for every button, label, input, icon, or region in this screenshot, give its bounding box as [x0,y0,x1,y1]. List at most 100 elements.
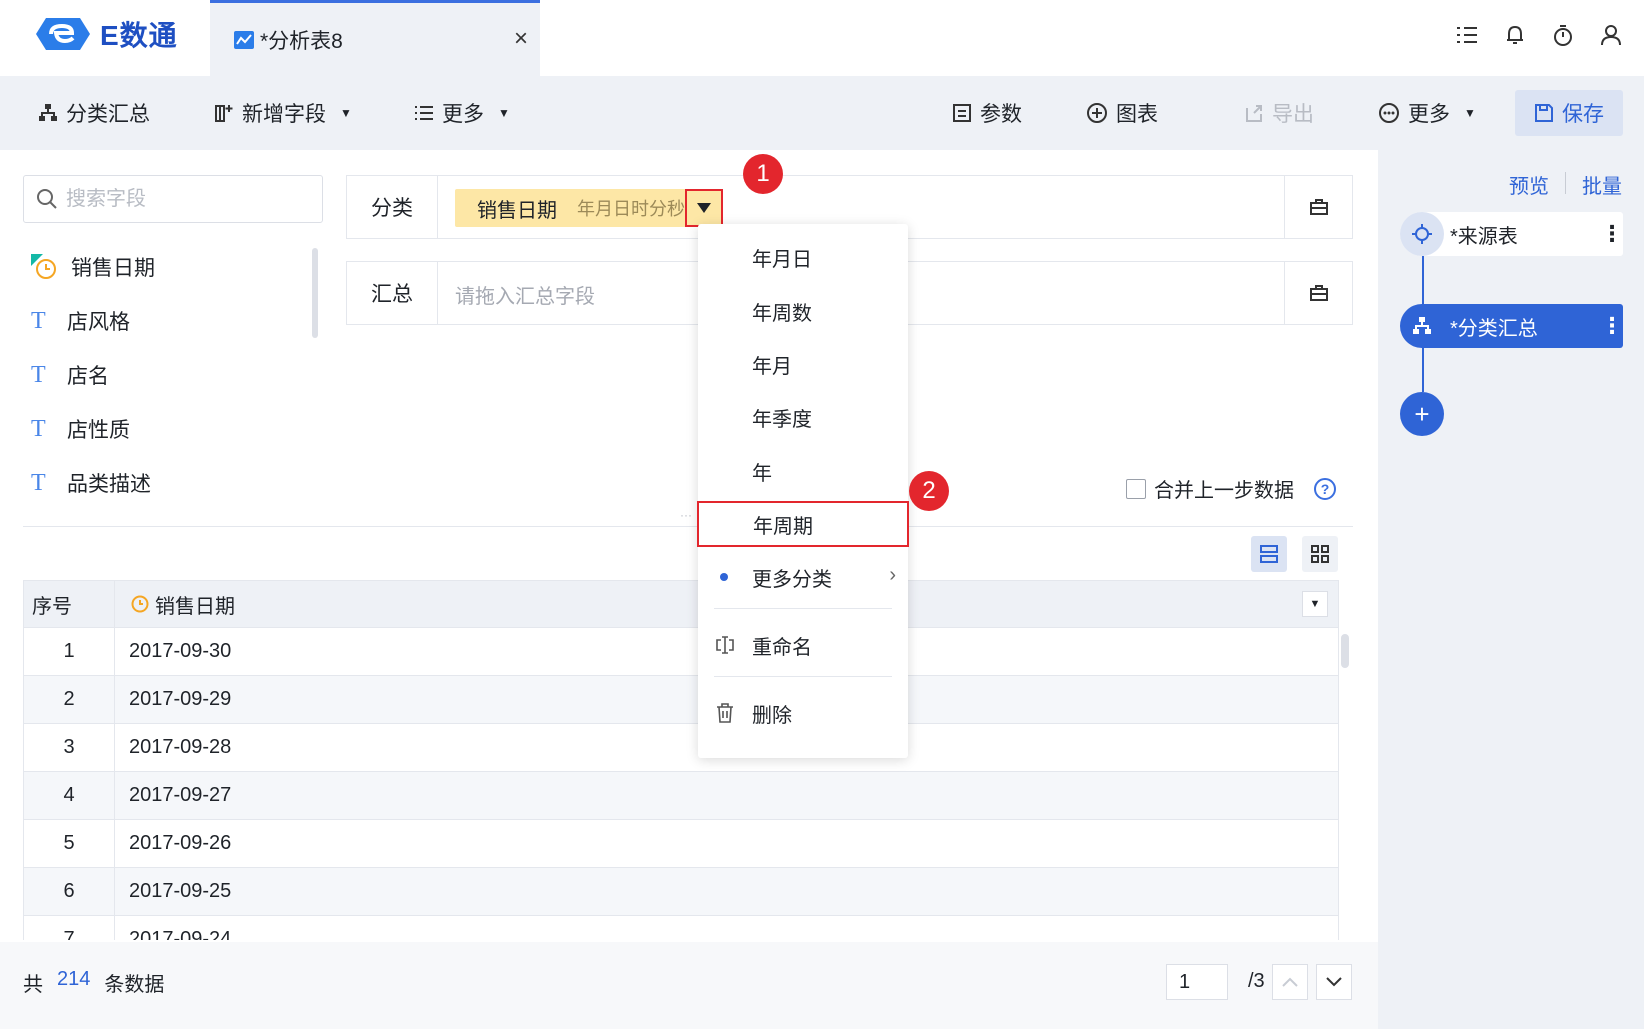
chart-icon [234,30,254,49]
add-node-button[interactable]: + [1400,392,1444,436]
chevron-up-icon [1282,977,1298,987]
page-down-button[interactable] [1316,964,1352,1000]
tab-analysis[interactable]: *分析表8 × [210,0,540,76]
summary-dropzone[interactable]: 请拖入汇总字段 [455,280,595,309]
caret-down-icon: ▼ [1464,106,1476,120]
more-right-button[interactable]: 更多 ▼ [1378,98,1476,128]
page-total: /3 [1248,970,1265,992]
merge-label: 合并上一步数据 [1154,480,1294,502]
classify-summary-button[interactable]: 分类汇总 [38,98,150,128]
flow-node-source[interactable]: *来源表 ⋮ [1400,212,1623,256]
table-row: 3 2017-09-28 [23,724,1339,772]
divider [23,526,1353,527]
step-badge-2: 2 [909,471,949,511]
top-icons [1456,24,1622,46]
selected-dot-icon [720,573,728,581]
menu-item-delete[interactable]: 删除 [698,690,908,736]
more-right-label: 更多 [1408,103,1450,126]
tab-close-button[interactable]: × [514,25,528,53]
params-icon [953,104,971,122]
help-icon[interactable]: ? [1314,477,1336,500]
column-header-index: 序号 [24,581,115,627]
save-button[interactable]: 保存 [1515,90,1623,136]
column-header-label: 销售日期 [155,595,235,618]
save-icon [1535,104,1553,122]
merge-checkbox[interactable] [1126,478,1146,499]
column-dropdown-button[interactable]: ▼ [1302,591,1328,617]
field-label: 品类描述 [67,473,151,496]
menu-item-year-week[interactable]: 年周数 [698,288,908,334]
step-badge-1: 1 [743,154,783,194]
chart-button[interactable]: 图表 [1086,98,1158,128]
bell-icon[interactable] [1504,24,1526,46]
caret-down-icon: ▼ [498,106,510,120]
category-settings-button[interactable] [1284,176,1352,238]
data-table: 序号 销售日期 ▼ 1 2017-09-30 2 2017-09-29 3 2017-… [23,580,1339,940]
batch-link[interactable]: 批量 [1582,170,1622,199]
menu-item-more-category[interactable]: 更多分类 › [698,554,908,600]
flow-node-classify[interactable]: *分类汇总 ⋮ [1400,304,1623,348]
menu-item-ymd[interactable]: 年月日 [698,234,908,280]
menu-item-year[interactable]: 年 [698,448,908,494]
user-icon[interactable] [1600,24,1622,46]
text-field-icon: T [31,361,46,388]
plus-circle-icon [1087,103,1107,123]
delete-label: 删除 [752,704,792,727]
field-search[interactable] [23,175,323,223]
field-list-scrollbar[interactable] [312,248,318,338]
menu-separator [714,676,892,677]
table-view-icon [1260,545,1278,563]
menu-item-year-quarter[interactable]: 年季度 [698,394,908,440]
field-item[interactable]: T 店名 [23,348,313,402]
menu-item-rename[interactable]: 重命名 [698,622,908,668]
search-icon [37,189,57,209]
menu-separator [714,608,892,609]
field-item[interactable]: 销售日期 [23,240,313,294]
row-date: 2017-09-27 [129,784,232,806]
search-input[interactable] [66,187,306,211]
list-view-button[interactable] [1251,536,1287,572]
row-date: 2017-09-26 [129,832,232,854]
menu-item-year-period[interactable]: 年周期 [697,501,909,547]
app-logo[interactable]: E数通 [34,14,178,54]
chart-label: 图表 [1116,103,1158,126]
toolbar: 分类汇总 新增字段 ▼ 更多 ▼ 参数 图表 导出 更多 ▼ 保存 [0,76,1644,150]
clock-icon [131,595,149,613]
row-date: 2017-09-25 [129,880,232,902]
more-left-button[interactable]: 更多 ▼ [414,98,510,128]
row-index: 4 [24,772,115,819]
field-item[interactable]: T 店风格 [23,294,313,348]
params-button[interactable]: 参数 [952,98,1022,128]
grid-icon [1311,545,1329,563]
list-icon [415,106,433,120]
table-header: 序号 销售日期 ▼ [23,580,1339,628]
list-icon[interactable] [1456,24,1478,46]
node-more-icon[interactable]: ⋮ [1601,221,1623,247]
category-field-chip[interactable]: 销售日期 年月日时分秒 [455,189,723,227]
field-item[interactable]: T 品类描述 [23,456,313,510]
preview-link[interactable]: 预览 [1509,170,1549,199]
add-column-icon [215,105,233,122]
grid-view-button[interactable] [1302,536,1338,572]
add-field-button[interactable]: 新增字段 ▼ [214,98,352,128]
text-field-icon: T [31,415,46,442]
timer-icon[interactable] [1552,24,1574,46]
chip-dropdown-button[interactable] [685,189,723,227]
flow-connector [1422,256,1424,304]
count-prefix: 共 [23,974,43,996]
table-row: 7 2017-09-24 [23,916,1339,940]
summary-settings-button[interactable] [1284,262,1352,324]
resize-handle[interactable]: ··· [680,508,692,522]
page-up-button[interactable] [1272,964,1308,1000]
tab-title: *分析表8 [260,29,343,53]
count-total: 214 [57,968,91,990]
page-number-input[interactable]: 1 [1166,964,1228,1000]
node-label: *分类汇总 [1450,317,1538,340]
export-button[interactable]: 导出 [1244,98,1314,128]
field-item[interactable]: T 店性质 [23,402,313,456]
menu-item-year-month[interactable]: 年月 [698,341,908,387]
table-scrollbar[interactable] [1341,634,1349,668]
toolbox-icon [1309,199,1328,215]
logo-icon [36,18,90,50]
node-more-icon[interactable]: ⋮ [1601,313,1623,339]
